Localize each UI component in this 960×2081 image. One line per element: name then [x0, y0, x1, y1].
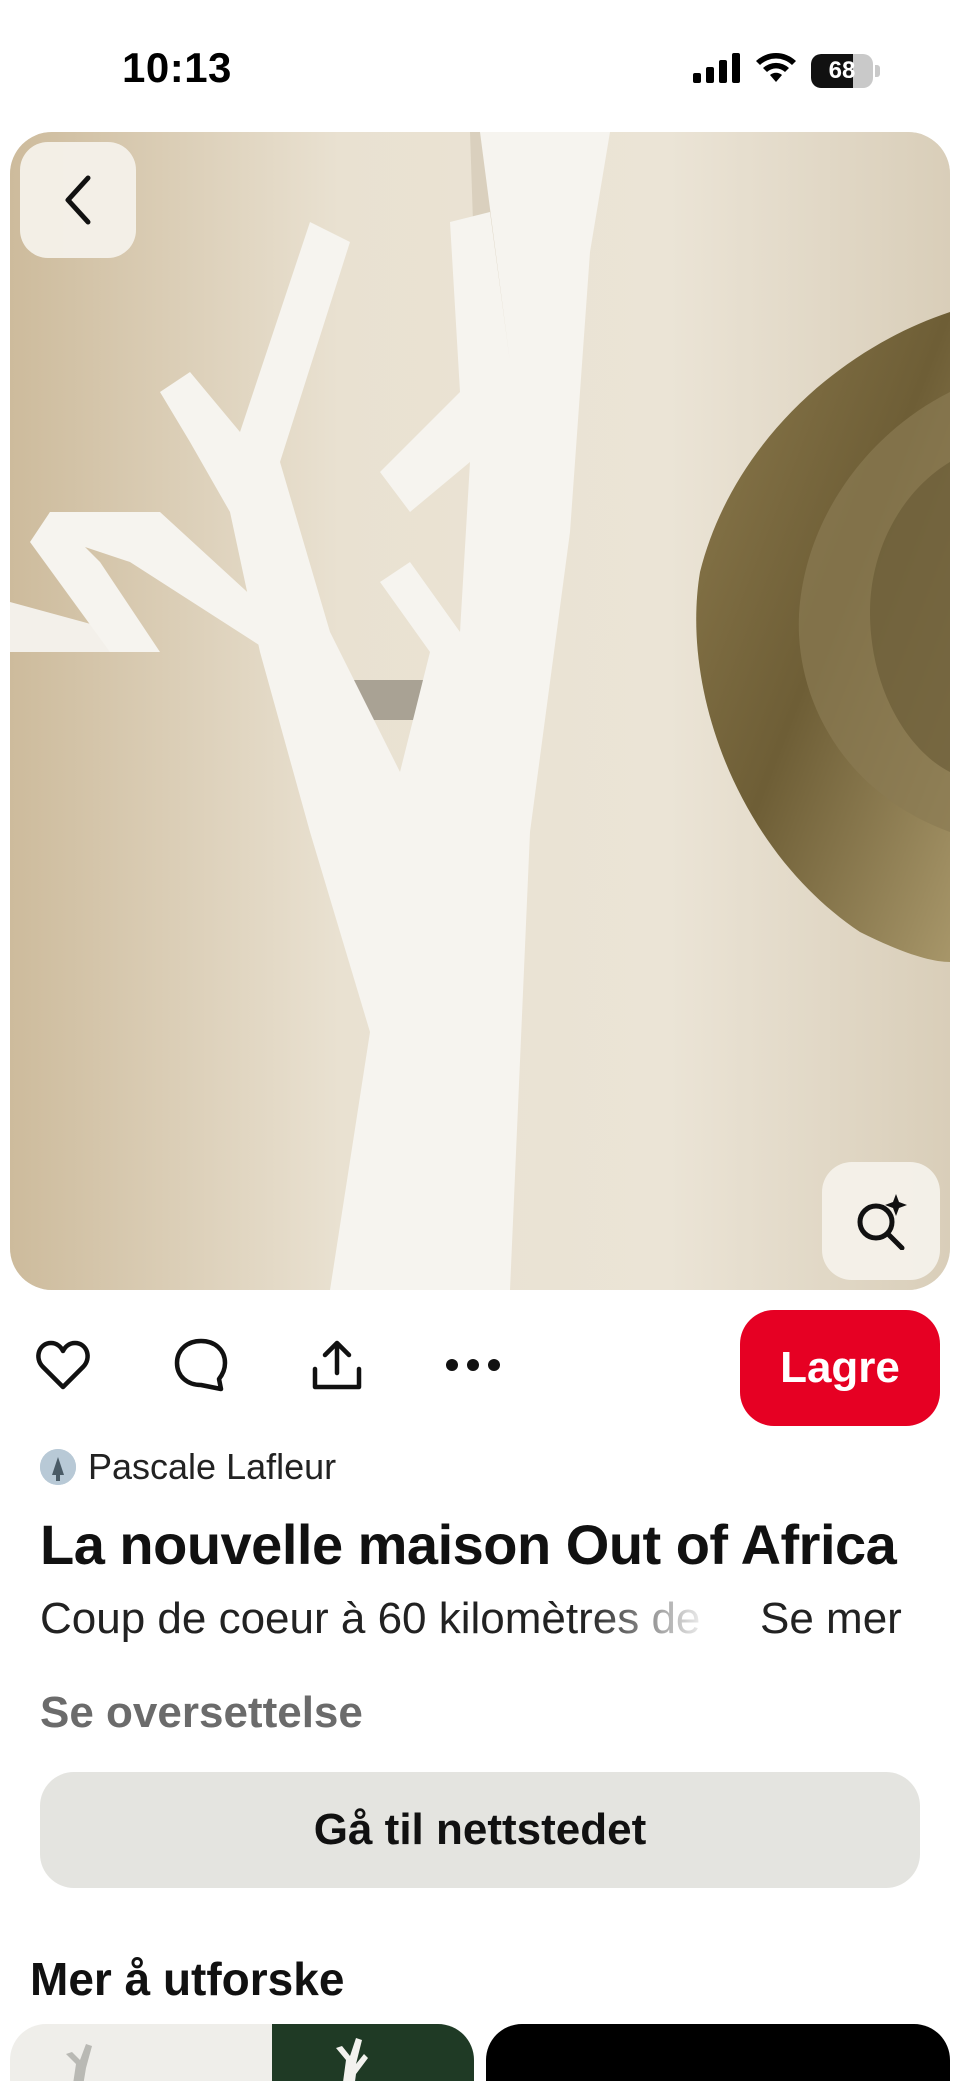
- pin-title: La nouvelle maison Out of Africa: [40, 1513, 897, 1576]
- pin-description-row: Coup de coeur à 60 kilomètres de Se mer: [40, 1594, 920, 1650]
- status-time: 10:13: [122, 44, 232, 91]
- comment-icon: [173, 1337, 229, 1398]
- see-translation-link[interactable]: Se oversettelse: [40, 1688, 363, 1738]
- explore-more-heading: Mer å utforske: [30, 1953, 345, 2005]
- author-name: Pascale Lafleur: [88, 1446, 337, 1487]
- visit-website-button[interactable]: Gå til nettstedet: [40, 1772, 920, 1888]
- battery-level: 68: [828, 56, 856, 84]
- pin-description: Coup de coeur à 60 kilomètres de: [40, 1594, 701, 1643]
- battery-tip: [875, 64, 880, 77]
- explore-pin-2[interactable]: [486, 2024, 950, 2081]
- pin-author[interactable]: Pascale Lafleur: [40, 1446, 336, 1488]
- battery-indicator: 68: [811, 53, 873, 88]
- pin-actions: Lagre: [0, 1308, 960, 1426]
- back-icon: [58, 172, 98, 228]
- status-bar: 10:13 68: [0, 0, 960, 130]
- save-button[interactable]: Lagre: [740, 1310, 940, 1426]
- see-more-link[interactable]: Se mer: [760, 1594, 902, 1644]
- back-button[interactable]: [20, 142, 136, 258]
- more-icon: [445, 1358, 501, 1377]
- pin-image[interactable]: [10, 132, 950, 1290]
- wifi-icon: [755, 52, 797, 89]
- comment-button[interactable]: [168, 1334, 234, 1400]
- explore-pin-1-image: [10, 2024, 474, 2081]
- visual-search-icon: [852, 1192, 910, 1250]
- status-icons: 68: [693, 52, 880, 89]
- explore-pin-1[interactable]: [10, 2024, 474, 2081]
- like-button[interactable]: [30, 1334, 96, 1400]
- pin-photo-illustration: [10, 132, 950, 1290]
- share-icon: [309, 1337, 365, 1398]
- heart-icon: [35, 1339, 91, 1396]
- cellular-signal-icon: [693, 53, 741, 88]
- visual-search-button[interactable]: [822, 1162, 940, 1280]
- share-button[interactable]: [304, 1334, 370, 1400]
- avatar: [40, 1449, 76, 1485]
- more-options-button[interactable]: [440, 1334, 506, 1400]
